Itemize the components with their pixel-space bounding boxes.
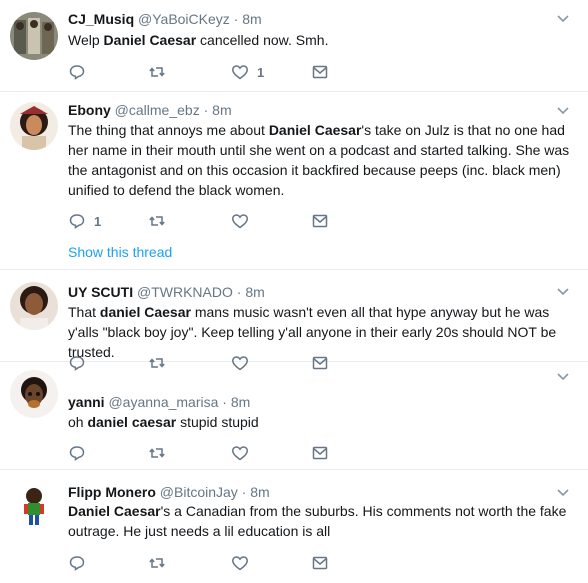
caret-down-icon[interactable] <box>556 285 570 299</box>
tweet-text: Daniel Caesar's a Canadian from the subu… <box>68 501 572 541</box>
tweet-header: Ebony @callme_ebz · 8m <box>68 101 232 119</box>
like-icon <box>231 554 249 572</box>
timestamp[interactable]: 8m <box>231 394 250 410</box>
tweet-text-part: That <box>68 304 100 320</box>
tweet-text-part: stupid stupid <box>176 414 259 430</box>
tweet-text-part: oh <box>68 414 88 430</box>
like-count: 1 <box>257 64 265 80</box>
separator: · <box>236 284 242 300</box>
reply-icon <box>68 212 86 230</box>
like-icon <box>231 63 249 81</box>
tweet-text: oh daniel caesar stupid stupid <box>68 412 572 432</box>
tweet-header: yanni @ayanna_marisa · 8m <box>68 393 250 411</box>
reply-button[interactable] <box>68 553 86 573</box>
tweet-text-part: Welp <box>68 32 104 48</box>
fullname[interactable]: Flipp Monero <box>68 484 156 500</box>
message-button[interactable] <box>311 443 329 463</box>
message-button[interactable] <box>311 62 329 82</box>
tweet-text-part: cancelled now. Smh. <box>196 32 329 48</box>
tweet[interactable]: CJ_Musiq @YaBoiCKeyz · 8m Welp Daniel Ca… <box>0 0 588 92</box>
caret-down-icon[interactable] <box>556 104 570 118</box>
reply-button[interactable] <box>68 443 86 463</box>
tweet-text-highlight: Daniel Caesar <box>68 503 161 519</box>
tweet-text: Welp Daniel Caesar cancelled now. Smh. <box>68 30 572 50</box>
tweet-text-part: The thing that annoys me about <box>68 122 269 138</box>
timestamp[interactable]: 8m <box>242 11 261 27</box>
timestamp[interactable]: 8m <box>212 102 231 118</box>
handle[interactable]: @ayanna_marisa <box>108 394 218 410</box>
handle[interactable]: @TWRKNADO <box>137 284 233 300</box>
like-button[interactable] <box>231 553 249 573</box>
tweet-text-highlight: Daniel Caesar <box>103 32 197 48</box>
like-icon <box>231 444 249 462</box>
avatar[interactable] <box>10 12 58 60</box>
message-icon <box>311 554 329 572</box>
reply-icon <box>68 554 86 572</box>
reply-icon <box>68 444 86 462</box>
timestamp[interactable]: 8m <box>245 284 264 300</box>
handle[interactable]: @BitcoinJay <box>160 484 238 500</box>
separator: · <box>222 394 227 410</box>
fullname[interactable]: CJ_Musiq <box>68 11 134 27</box>
tweet-feed: CJ_Musiq @YaBoiCKeyz · 8m Welp Daniel Ca… <box>0 0 588 583</box>
retweet-icon <box>148 63 166 81</box>
avatar[interactable] <box>10 102 58 150</box>
message-button[interactable] <box>311 211 329 231</box>
tweet-text-highlight: daniel caesar <box>87 414 177 430</box>
separator: · <box>241 484 247 500</box>
show-thread-link[interactable]: Show this thread <box>68 244 172 260</box>
timestamp[interactable]: 8m <box>250 484 269 500</box>
caret-down-icon[interactable] <box>556 370 570 384</box>
like-button[interactable]: 1 <box>231 62 264 82</box>
separator: · <box>233 11 239 27</box>
handle[interactable]: @YaBoiCKeyz <box>138 11 230 27</box>
avatar[interactable] <box>10 482 58 530</box>
avatar[interactable] <box>10 370 58 418</box>
tweet-header: Flipp Monero @BitcoinJay · 8m <box>68 483 270 501</box>
tweet-header: UY SCUTI @TWRKNADO · 8m <box>68 283 265 301</box>
caret-down-icon[interactable] <box>556 12 570 26</box>
retweet-icon <box>148 444 166 462</box>
tweet-header: CJ_Musiq @YaBoiCKeyz · 8m <box>68 10 262 28</box>
retweet-button[interactable] <box>148 553 166 573</box>
retweet-button[interactable] <box>148 443 166 463</box>
reply-count: 1 <box>94 213 102 229</box>
tweet[interactable]: UY SCUTI @TWRKNADO · 8m That daniel Caes… <box>0 270 588 371</box>
retweet-button[interactable] <box>148 62 166 82</box>
like-icon <box>231 212 249 230</box>
retweet-button[interactable] <box>148 211 166 231</box>
handle[interactable]: @callme_ebz <box>115 102 200 118</box>
avatar[interactable] <box>10 282 58 330</box>
message-button[interactable] <box>311 553 329 573</box>
separator: · <box>203 102 209 118</box>
tweet[interactable]: yanni @ayanna_marisa · 8m oh daniel caes… <box>0 362 588 470</box>
tweet-text: The thing that annoys me about Daniel Ca… <box>68 120 572 200</box>
reply-icon <box>68 63 86 81</box>
retweet-icon <box>148 212 166 230</box>
message-icon <box>311 212 329 230</box>
like-button[interactable] <box>231 443 249 463</box>
fullname[interactable]: yanni <box>68 394 105 410</box>
retweet-icon <box>148 554 166 572</box>
reply-button[interactable] <box>68 62 86 82</box>
tweet-text-highlight: Daniel Caesar <box>268 122 362 138</box>
tweet[interactable]: Flipp Monero @BitcoinJay · 8m Daniel Cae… <box>0 470 588 583</box>
message-icon <box>311 63 329 81</box>
fullname[interactable]: Ebony <box>68 102 111 118</box>
like-button[interactable] <box>231 211 249 231</box>
message-icon <box>311 444 329 462</box>
tweet-text-highlight: daniel Caesar <box>99 304 191 320</box>
caret-down-icon[interactable] <box>556 486 570 500</box>
fullname[interactable]: UY SCUTI <box>68 284 133 300</box>
reply-button[interactable]: 1 <box>68 211 101 231</box>
tweet[interactable]: Ebony @callme_ebz · 8m The thing that an… <box>0 92 588 270</box>
